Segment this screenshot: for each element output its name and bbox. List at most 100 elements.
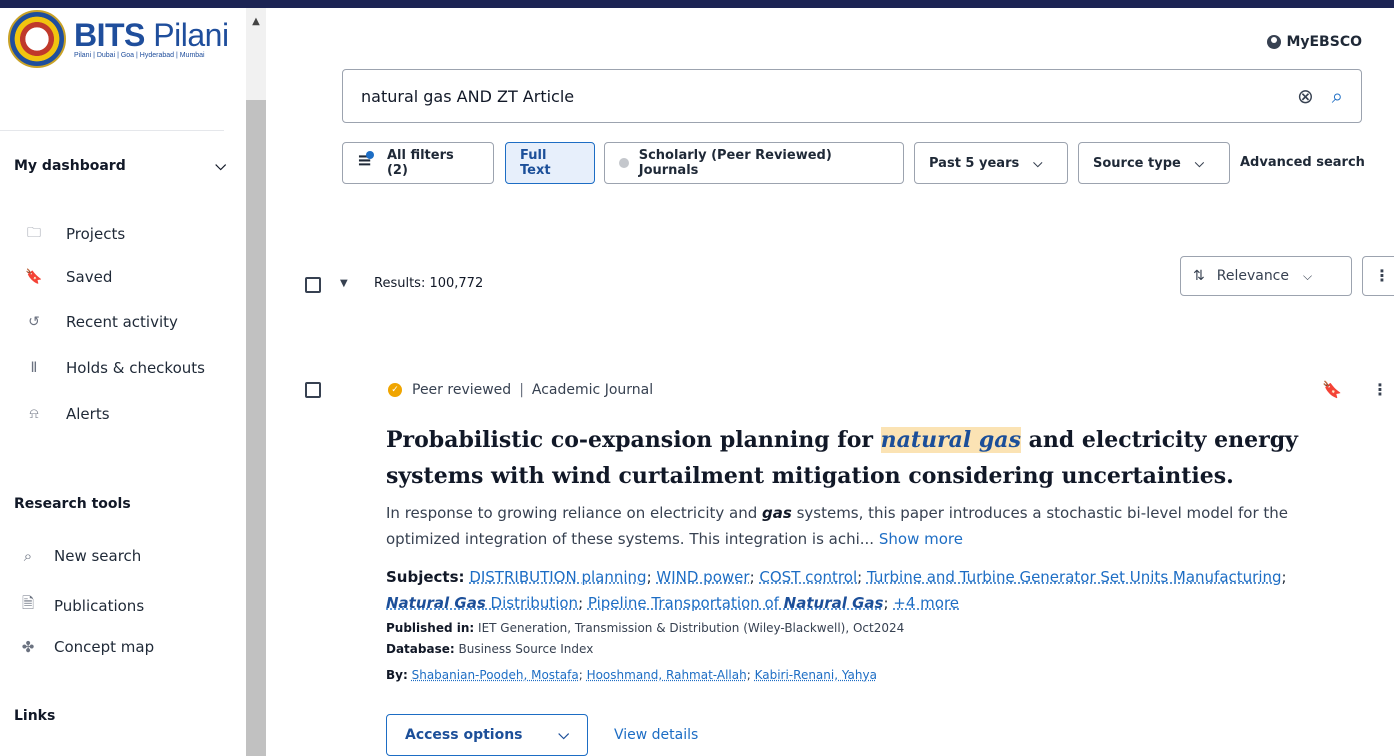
chevron-down-icon: ⌵ <box>1194 155 1204 170</box>
sidebar-item-new-search[interactable]: ⌕ New search <box>18 547 142 565</box>
result-checkbox[interactable] <box>305 382 321 398</box>
scroll-up-icon[interactable]: ▲ <box>246 16 266 32</box>
clear-search-icon[interactable]: ⊗ <box>1297 84 1314 108</box>
subject-keyword: Natural Gas <box>386 594 486 612</box>
search-bar[interactable]: natural gas AND ZT Article ⊗ ⌕ <box>342 69 1362 123</box>
myebsco-label: MyEBSCO <box>1286 34 1362 50</box>
sidebar-divider <box>0 130 224 131</box>
full-text-label: Full Text <box>520 148 551 178</box>
scholarly-filter[interactable]: Scholarly (Peer Reviewed) Journals <box>604 142 904 184</box>
bits-pilani-logo[interactable]: BITS Pilani Pilani | Dubai | Goa | Hyder… <box>8 8 238 70</box>
subject-link[interactable]: COST control <box>759 568 857 586</box>
title-highlight: natural gas <box>880 427 1021 453</box>
subject-link[interactable]: Natural Gas Distribution <box>386 594 578 612</box>
sidebar-item-label: Saved <box>66 268 113 286</box>
peer-reviewed-label: Peer reviewed <box>412 382 512 398</box>
database-label: Database: <box>386 642 455 656</box>
sidebar: BITS Pilani Pilani | Dubai | Goa | Hyder… <box>0 8 240 756</box>
sidebar-item-alerts[interactable]: ⍾ Alerts <box>24 405 110 423</box>
subject-keyword: Natural Gas <box>783 594 884 612</box>
database-value: Business Source Index <box>458 642 594 656</box>
sidebar-item-recent-activity[interactable]: ↺ Recent activity <box>24 313 178 331</box>
check-circle-icon <box>619 158 629 168</box>
sidebar-item-projects[interactable]: 🗀 Projects <box>24 222 125 246</box>
database: Database: Business Source Index <box>386 642 593 656</box>
subject-text: Distribution <box>485 594 579 612</box>
research-tools-heading: Research tools <box>14 496 131 512</box>
sidebar-item-concept-map[interactable]: ✤ Concept map <box>18 638 154 656</box>
all-filters-button[interactable]: All filters (2) <box>342 142 494 184</box>
subject-link[interactable]: WIND power <box>656 568 749 586</box>
more-options-icon[interactable]: ⋮ <box>1362 256 1394 296</box>
more-options-icon[interactable]: ⋮ <box>1372 380 1388 399</box>
show-more-link[interactable]: Show more <box>879 530 963 548</box>
library-icon: Ⅱ <box>30 360 38 376</box>
result-title[interactable]: Probabilistic co-expansion planning for … <box>386 422 1336 494</box>
all-filters-label: All filters (2) <box>386 148 454 178</box>
scrollbar-thumb[interactable] <box>246 100 266 756</box>
caret-down-icon[interactable]: ▼ <box>340 278 348 289</box>
author-link[interactable]: Hooshmand, Rahmat-Allah <box>587 668 747 682</box>
logo-campuses: Pilani | Dubai | Goa | Hyderabad | Mumba… <box>74 51 205 59</box>
search-input[interactable]: natural gas AND ZT Article <box>361 87 1297 106</box>
date-filter-dropdown[interactable]: Past 5 years ⌵ <box>914 142 1068 184</box>
abstract-text: In response to growing reliance on elect… <box>386 504 763 522</box>
subject-link[interactable]: Pipeline Transportation of Natural Gas <box>588 594 884 612</box>
dashboard-toggle[interactable]: My dashboard ⌵ <box>14 158 226 174</box>
full-text-filter[interactable]: Full Text <box>505 142 595 184</box>
concept-map-icon: ✤ <box>21 638 35 656</box>
published-value: IET Generation, Transmission & Distribut… <box>478 621 905 635</box>
sidebar-item-saved[interactable]: 🔖 Saved <box>24 268 112 286</box>
top-bar <box>0 0 1394 8</box>
filter-icon <box>357 150 374 171</box>
sidebar-item-label: Holds & checkouts <box>66 359 205 377</box>
more-subjects-link[interactable]: +4 more <box>893 594 959 612</box>
result-subjects: Subjects: DISTRIBUTION planning; WIND po… <box>386 568 1287 612</box>
sort-dropdown[interactable]: ⇅ Relevance ⌵ <box>1180 256 1352 296</box>
select-all-checkbox[interactable] <box>305 277 321 293</box>
sidebar-item-label: Projects <box>66 225 126 243</box>
access-options-label: Access options <box>405 727 523 743</box>
source-type-dropdown[interactable]: Source type ⌵ <box>1078 142 1230 184</box>
chevron-down-icon: ⌵ <box>215 158 226 174</box>
logo-title-bold: BITS <box>74 16 145 53</box>
search-icon[interactable]: ⌕ <box>1332 84 1343 108</box>
subject-link[interactable]: Turbine and Turbine Generator Set Units … <box>867 568 1282 586</box>
view-details-link[interactable]: View details <box>614 727 698 743</box>
bookmark-icon: 🔖 <box>25 269 43 285</box>
links-heading: Links <box>14 708 56 724</box>
author-link[interactable]: Shabanian-Poodeh, Mostafa <box>412 668 579 682</box>
access-options-button[interactable]: Access options ⌵ <box>386 714 588 756</box>
published-label: Published in: <box>386 621 475 635</box>
history-icon: ↺ <box>28 314 40 330</box>
bookmark-icon[interactable]: 🔖 <box>1322 380 1342 399</box>
result-type: ✓ Peer reviewed | Academic Journal <box>388 382 653 398</box>
subject-link[interactable]: DISTRIBUTION planning <box>469 568 646 586</box>
logo-title-rest: Pilani <box>144 16 229 53</box>
author-link[interactable]: Kabiri-Renani, Yahya <box>755 668 877 682</box>
sort-label: Relevance <box>1216 268 1289 284</box>
chevron-down-icon: ⌵ <box>558 727 569 743</box>
date-filter-label: Past 5 years <box>929 155 1020 171</box>
chevron-down-icon: ⌵ <box>1303 268 1313 283</box>
sidebar-item-publications[interactable]: 🗎 Publications <box>18 593 144 618</box>
sidebar-item-label: Recent activity <box>66 313 178 331</box>
result-abstract: In response to growing reliance on elect… <box>386 500 1336 552</box>
sidebar-item-label: Alerts <box>66 405 110 423</box>
abstract-keyword: gas <box>762 504 792 522</box>
sidebar-item-label: Publications <box>54 596 145 615</box>
sidebar-item-label: Concept map <box>54 638 155 656</box>
subjects-label: Subjects: <box>386 568 465 586</box>
sort-icon: ⇅ <box>1193 268 1205 284</box>
title-part: Probabilistic co-expansion planning for <box>386 427 881 453</box>
divider: | <box>519 382 524 398</box>
dashboard-label: My dashboard <box>14 158 126 174</box>
publication-type: Academic Journal <box>531 382 654 398</box>
sidebar-item-holds[interactable]: Ⅱ Holds & checkouts <box>24 359 205 377</box>
document-icon: 🗎 <box>21 594 35 612</box>
folder-icon: 🗀 <box>27 225 41 241</box>
chevron-down-icon: ⌵ <box>1033 155 1043 170</box>
user-icon <box>1267 35 1282 49</box>
advanced-search-link[interactable]: Advanced search <box>1240 155 1365 170</box>
myebsco-link[interactable]: MyEBSCO <box>1267 34 1362 50</box>
